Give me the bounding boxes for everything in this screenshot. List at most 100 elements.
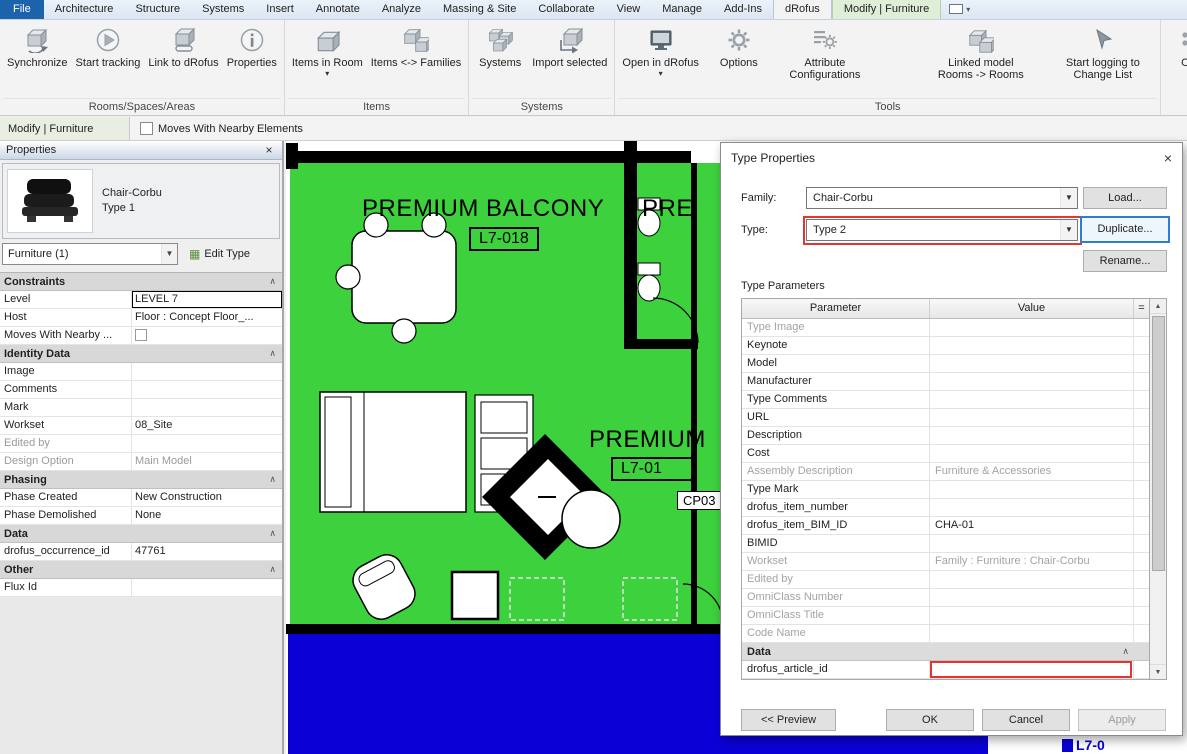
table-scrollbar[interactable]: ▲ ▼	[1150, 298, 1167, 680]
room-label-premium-partial[interactable]: PRE	[642, 195, 693, 223]
ribbon-display-toggle[interactable]: ▾	[949, 0, 970, 19]
param-value-bimid[interactable]	[930, 535, 1134, 552]
ribbon-button-oth[interactable]: Oth	[1162, 21, 1187, 96]
param-section-data[interactable]: Data∧	[742, 643, 1149, 661]
ribbon-button-import-selected[interactable]: Import selected	[528, 21, 611, 96]
room-label-premium[interactable]: PREMIUM	[589, 426, 706, 454]
param-value-drofus-item-number[interactable]	[930, 499, 1134, 516]
param-value-code-name[interactable]	[930, 625, 1134, 642]
equalize-cell[interactable]	[1134, 427, 1149, 444]
equalize-cell[interactable]	[1134, 661, 1149, 678]
equalize-cell[interactable]	[1134, 607, 1149, 624]
equalize-cell[interactable]	[1134, 355, 1149, 372]
rename-button[interactable]: Rename...	[1083, 250, 1167, 272]
equalize-cell[interactable]	[1134, 589, 1149, 606]
equalize-cell[interactable]	[1134, 463, 1149, 480]
ribbon-button-start-tracking[interactable]: Start tracking	[72, 21, 145, 96]
param-value-type-mark[interactable]	[930, 481, 1134, 498]
type-dropdown[interactable]: Type 2 ▼	[806, 219, 1078, 241]
dialog-title-bar[interactable]: Type Properties ×	[721, 143, 1182, 173]
tab-systems[interactable]: Systems	[191, 0, 255, 19]
ribbon-button-synchronize[interactable]: Synchronize	[3, 21, 72, 96]
tab-structure[interactable]: Structure	[124, 0, 191, 19]
ribbon-button-linked-model-rooms-rooms[interactable]: Linked model Rooms -> Rooms	[931, 21, 1031, 96]
property-value-phase-created[interactable]: New Construction	[132, 489, 282, 506]
param-value-assembly-description[interactable]: Furniture & Accessories	[930, 463, 1134, 480]
ok-button[interactable]: OK	[886, 709, 974, 731]
ribbon-button-items-families[interactable]: Items <-> Families	[367, 21, 465, 96]
section-header-constraints[interactable]: Constraints∧	[0, 273, 282, 291]
checkbox-unchecked-icon[interactable]	[135, 329, 147, 341]
ribbon-button-start-logging-to-change-list[interactable]: Start logging to Change List	[1053, 21, 1153, 96]
tab-modify-furniture[interactable]: Modify | Furniture	[832, 0, 941, 19]
property-value-design-option[interactable]: Main Model	[132, 453, 282, 470]
property-value-workset[interactable]: 08_Site	[132, 417, 282, 434]
property-value-phase-demolished[interactable]: None	[132, 507, 282, 524]
param-value-type-image[interactable]	[930, 319, 1134, 336]
equalize-cell[interactable]	[1134, 571, 1149, 588]
property-value-edited-by[interactable]	[132, 435, 282, 452]
section-header-other[interactable]: Other∧	[0, 561, 282, 579]
tab-insert[interactable]: Insert	[255, 0, 305, 19]
family-dropdown[interactable]: Chair-Corbu ▼	[806, 187, 1078, 209]
ribbon-button-open-in-drofus[interactable]: Open in dRofus▾	[618, 21, 702, 96]
equalize-cell[interactable]	[1134, 373, 1149, 390]
scroll-down-icon[interactable]: ▼	[1150, 664, 1166, 679]
item-tag-cp03[interactable]: CP03	[677, 491, 722, 510]
equalize-cell[interactable]	[1134, 499, 1149, 516]
tab-file[interactable]: File	[0, 0, 44, 19]
section-header-phasing[interactable]: Phasing∧	[0, 471, 282, 489]
equalize-cell[interactable]	[1134, 481, 1149, 498]
room-label-premium-balcony[interactable]: PREMIUM BALCONY	[362, 195, 604, 223]
ribbon-button-properties[interactable]: Properties	[223, 21, 281, 96]
equalize-cell[interactable]	[1134, 319, 1149, 336]
close-icon[interactable]: ×	[1164, 150, 1172, 166]
apply-button[interactable]: Apply	[1078, 709, 1166, 731]
property-value-flux-id[interactable]	[132, 579, 282, 596]
param-value-keynote[interactable]	[930, 337, 1134, 354]
selection-filter-dropdown[interactable]: Furniture (1) ▼	[2, 243, 178, 265]
property-value-level[interactable]: LEVEL 7	[132, 291, 282, 308]
preview-button[interactable]: << Preview	[741, 709, 836, 731]
equalize-cell[interactable]	[1134, 337, 1149, 354]
ribbon-button-systems[interactable]: Systems	[472, 21, 528, 96]
ribbon-button-attribute-configurations[interactable]: Attribute Configurations	[775, 21, 875, 96]
equalize-cell[interactable]	[1134, 625, 1149, 642]
tab-architecture[interactable]: Architecture	[44, 0, 125, 19]
param-value-workset[interactable]: Family : Furniture : Chair-Corbu	[930, 553, 1134, 570]
duplicate-button[interactable]: Duplicate...	[1080, 216, 1170, 243]
property-value-drofus-occurrence-id[interactable]: 47761	[132, 543, 282, 560]
property-value-moves-with-nearby[interactable]	[132, 327, 282, 344]
ribbon-button-options[interactable]: Options	[711, 21, 767, 96]
property-value-image[interactable]	[132, 363, 282, 380]
scrollbar-thumb[interactable]	[1152, 316, 1165, 571]
param-value-edited-by[interactable]	[930, 571, 1134, 588]
section-header-identity-data[interactable]: Identity Data∧	[0, 345, 282, 363]
property-value-comments[interactable]	[132, 381, 282, 398]
close-icon[interactable]: ×	[262, 143, 276, 157]
property-value-host[interactable]: Floor : Concept Floor_...	[132, 309, 282, 326]
tab-manage[interactable]: Manage	[651, 0, 713, 19]
param-value-description[interactable]	[930, 427, 1134, 444]
tab-annotate[interactable]: Annotate	[305, 0, 371, 19]
tab-view[interactable]: View	[606, 0, 652, 19]
room-tag-l7-018[interactable]: L7-018	[469, 227, 539, 251]
load-button[interactable]: Load...	[1083, 187, 1167, 209]
param-value-manufacturer[interactable]	[930, 373, 1134, 390]
scroll-up-icon[interactable]: ▲	[1150, 299, 1166, 314]
tab-add-ins[interactable]: Add-Ins	[713, 0, 773, 19]
equalize-cell[interactable]	[1134, 553, 1149, 570]
room-tag-l7-01[interactable]: L7-01	[611, 457, 694, 481]
param-value-url[interactable]	[930, 409, 1134, 426]
param-value-omniclass-title[interactable]	[930, 607, 1134, 624]
equalize-cell[interactable]	[1134, 409, 1149, 426]
property-value-mark[interactable]	[132, 399, 282, 416]
moves-with-nearby-checkbox[interactable]	[140, 122, 153, 135]
cancel-button[interactable]: Cancel	[982, 709, 1070, 731]
tab-drofus[interactable]: dRofus	[773, 0, 832, 19]
room-tag-partial[interactable]: L7-0	[1062, 737, 1105, 753]
ribbon-button-link-to-drofus[interactable]: Link to dRofus	[144, 21, 222, 96]
param-value-drofus-article-id[interactable]	[930, 661, 1134, 678]
param-value-type-comments[interactable]	[930, 391, 1134, 408]
tab-collaborate[interactable]: Collaborate	[527, 0, 605, 19]
